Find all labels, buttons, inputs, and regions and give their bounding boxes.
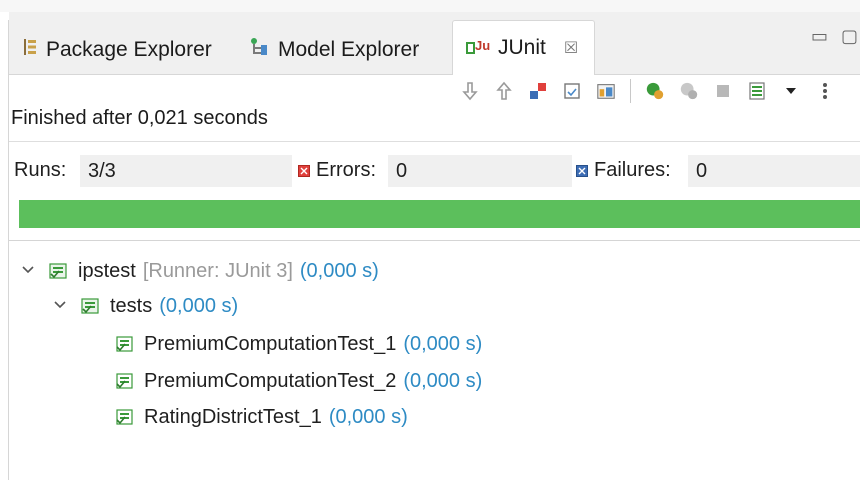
tab-model-explorer-label: Model Explorer bbox=[278, 38, 420, 61]
counter-panel: Runs: 3/3 Errors: 0 Failures: 0 bbox=[14, 155, 860, 189]
test-suite-success-icon bbox=[80, 296, 102, 316]
layout-icon[interactable] bbox=[596, 81, 616, 101]
tree-node-ipstest[interactable]: ipstest [Runner: JUnit 3] (0,000 s) bbox=[22, 254, 379, 288]
view-menu-icon[interactable] bbox=[815, 81, 835, 101]
errors-value: 0 bbox=[388, 155, 572, 187]
tree-node-label: PremiumComputationTest_2 bbox=[144, 369, 397, 392]
tree-divider bbox=[9, 240, 860, 241]
previous-failure-icon[interactable] bbox=[494, 81, 514, 101]
next-failure-icon[interactable] bbox=[460, 81, 480, 101]
scroll-lock-icon[interactable] bbox=[562, 81, 582, 101]
failure-icon bbox=[576, 164, 588, 177]
test-progress-bar bbox=[19, 200, 860, 228]
chevron-down-icon[interactable] bbox=[54, 298, 72, 314]
tab-model-explorer[interactable]: Model Explorer bbox=[249, 26, 419, 74]
stop-icon[interactable] bbox=[713, 81, 733, 101]
tree-node-test-case[interactable]: PremiumComputationTest_2 (0,000 s) bbox=[114, 364, 482, 398]
model-explorer-icon bbox=[249, 37, 271, 63]
view-tab-bar: Package Explorer Model Explorer Ju JUnit… bbox=[9, 12, 860, 75]
toolbar-separator bbox=[630, 79, 631, 103]
failures-value: 0 bbox=[688, 155, 860, 187]
errors-counter: Errors: bbox=[298, 159, 376, 182]
tree-node-tests[interactable]: tests (0,000 s) bbox=[54, 289, 238, 323]
chevron-down-icon[interactable] bbox=[22, 263, 40, 279]
test-run-history-icon[interactable] bbox=[747, 81, 767, 101]
junit-toolbar bbox=[460, 76, 860, 106]
tab-junit[interactable]: Ju JUnit ☒ bbox=[452, 20, 596, 75]
elapsed-time: (0,000 s) bbox=[159, 294, 239, 317]
runner-label: [Runner: JUnit 3] bbox=[142, 259, 293, 282]
tree-node-label: PremiumComputationTest_1 bbox=[144, 332, 397, 355]
test-case-success-icon bbox=[114, 407, 136, 427]
tree-node-test-case[interactable]: PremiumComputationTest_1 (0,000 s) bbox=[114, 327, 482, 361]
tree-node-test-case[interactable]: RatingDistrictTest_1 (0,000 s) bbox=[114, 400, 408, 434]
rerun-icon[interactable] bbox=[645, 81, 665, 101]
tab-junit-label: JUnit bbox=[498, 36, 546, 59]
tab-package-explorer[interactable]: Package Explorer bbox=[21, 26, 212, 74]
failures-label: Failures: bbox=[594, 159, 671, 181]
package-explorer-icon bbox=[21, 37, 39, 63]
errors-label: Errors: bbox=[316, 159, 376, 181]
status-divider bbox=[9, 141, 860, 142]
junit-icon: Ju bbox=[465, 35, 491, 61]
top-strip bbox=[0, 0, 860, 12]
svg-text:Ju: Ju bbox=[475, 38, 490, 53]
runs-label: Runs: bbox=[14, 159, 67, 181]
elapsed-time: (0,000 s) bbox=[403, 369, 483, 392]
view-left-border bbox=[8, 20, 9, 480]
rerun-failed-first-icon[interactable] bbox=[679, 81, 699, 101]
history-dropdown-icon[interactable] bbox=[781, 81, 801, 101]
test-suite-success-icon bbox=[48, 261, 70, 281]
finished-status-text: Finished after 0,021 seconds bbox=[11, 107, 268, 129]
maximize-view-icon[interactable]: ▢ bbox=[841, 26, 858, 47]
tree-node-label: RatingDistrictTest_1 bbox=[144, 405, 322, 428]
tree-node-label: ipstest bbox=[78, 259, 136, 282]
runs-value: 3/3 bbox=[80, 155, 292, 187]
test-case-success-icon bbox=[114, 371, 136, 391]
test-progress-fill bbox=[19, 200, 860, 228]
elapsed-time: (0,000 s) bbox=[403, 332, 483, 355]
minimize-view-icon[interactable]: ▭ bbox=[811, 26, 828, 47]
tab-package-explorer-label: Package Explorer bbox=[46, 38, 212, 61]
show-failures-only-icon[interactable] bbox=[528, 81, 548, 101]
elapsed-time: (0,000 s) bbox=[328, 405, 408, 428]
close-tab-icon[interactable]: ☒ bbox=[564, 38, 578, 58]
error-icon bbox=[298, 164, 310, 177]
failures-counter: Failures: bbox=[576, 159, 671, 182]
test-case-success-icon bbox=[114, 334, 136, 354]
tree-node-label: tests bbox=[110, 294, 153, 317]
elapsed-time: (0,000 s) bbox=[299, 259, 379, 282]
